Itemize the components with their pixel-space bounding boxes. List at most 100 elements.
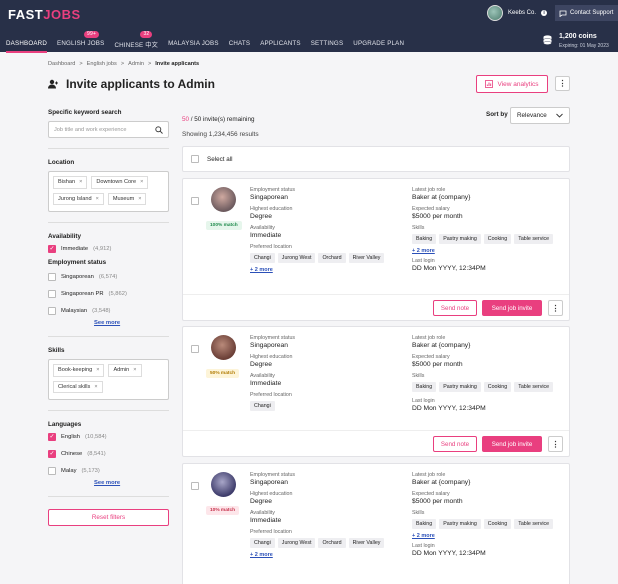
remove-tag-icon[interactable]: × — [138, 196, 141, 202]
location-multiselect[interactable]: Bishan × Downtown Core × Jurong Island × Mu… — [48, 171, 169, 212]
option-count: (10,584) — [85, 433, 107, 440]
availability-immediate-option[interactable]: ✓ Immediate (4,912) — [48, 240, 169, 257]
skill-chip: Cooking — [483, 382, 512, 392]
contact-support-button[interactable]: Contact Support — [555, 5, 618, 21]
language-malay-option[interactable]: Malay (5,173) — [48, 462, 169, 479]
checkbox[interactable] — [48, 289, 56, 298]
checkbox-checked[interactable]: ✓ — [48, 449, 56, 458]
match-badge: 10% match — [206, 506, 240, 515]
latest-job-role-value: Baker at {company} — [412, 194, 471, 201]
breadcrumb-dashboard[interactable]: Dashboard — [48, 61, 75, 67]
skill-tag-label: Book-keeping — [58, 367, 93, 374]
education-value: Degree — [250, 213, 272, 220]
employment-status-value: Singaporean — [250, 194, 288, 201]
applicant-checkbox[interactable] — [191, 345, 199, 353]
language-english-option[interactable]: ✓ English (10,584) — [48, 428, 169, 445]
languages-see-more-link[interactable]: See more — [94, 480, 169, 486]
remove-tag-icon[interactable]: × — [96, 367, 99, 373]
location-chip: River Valley — [348, 538, 385, 548]
match-badge: 50% match — [206, 369, 240, 378]
nav-chinese-jobs[interactable]: CHINESE 中文 32 — [114, 31, 158, 53]
nav-settings[interactable]: SETTINGS — [311, 40, 344, 53]
bar-chart-icon — [485, 80, 494, 88]
employment-singaporean-pr-option[interactable]: Singaporean PR (5,862) — [48, 285, 169, 302]
checkbox[interactable] — [48, 466, 56, 475]
skills-more-link[interactable]: + 2 more — [412, 248, 567, 254]
option-label: Chinese — [61, 450, 83, 457]
send-note-button[interactable]: Send note — [433, 436, 477, 452]
remove-tag-icon[interactable]: × — [133, 367, 136, 373]
send-note-button[interactable]: Send note — [433, 300, 477, 316]
nav-malaysia-jobs[interactable]: MALAYSIA JOBS — [168, 40, 219, 53]
main-nav: DASHBOARD ENGLISH JOBS 99+ CHINESE 中文 32 M… — [6, 31, 404, 53]
applicant-checkbox[interactable] — [191, 482, 199, 490]
expected-salary-label: Expected salary — [412, 491, 450, 497]
skill-chip: Pastry making — [439, 234, 481, 244]
locations-more-link[interactable]: + 2 more — [250, 552, 400, 558]
education-label: Highest education — [250, 491, 293, 497]
location-chip: River Valley — [348, 253, 385, 263]
location-tag: Jurong Island × — [53, 192, 104, 205]
top-navigation-bar: FASTJOBS Keebs Co. i Contact Support DAS… — [0, 0, 618, 53]
option-count: (8,541) — [87, 450, 106, 457]
company-name: Keebs Co. — [508, 10, 537, 16]
locations-more-link[interactable]: + 2 more — [250, 267, 400, 273]
nav-chats[interactable]: CHATS — [229, 40, 251, 53]
applicant-more-options-button[interactable]: ⋮ — [548, 436, 563, 452]
employment-singaporean-option[interactable]: Singaporean (6,574) — [48, 268, 169, 285]
keyword-search-placeholder: Job title and work experience — [54, 126, 127, 133]
coins-icon — [543, 35, 552, 45]
option-count: (4,912) — [93, 245, 112, 252]
keyword-search-input[interactable]: Job title and work experience — [48, 121, 169, 138]
nav-english-jobs[interactable]: ENGLISH JOBS 99+ — [57, 31, 105, 53]
breadcrumb-admin[interactable]: Admin — [128, 61, 144, 67]
employment-status-label: Employment status — [250, 472, 296, 478]
fastjobs-logo[interactable]: FASTJOBS — [8, 7, 81, 22]
reset-filters-button[interactable]: Reset filters — [48, 509, 169, 526]
skill-chip: Table service — [514, 382, 554, 392]
view-analytics-button[interactable]: View analytics — [476, 75, 548, 93]
send-job-invite-button[interactable]: Send job invite — [482, 436, 542, 452]
checkbox[interactable] — [48, 272, 56, 281]
nav-upgrade-plan[interactable]: UPGRADE PLAN — [353, 40, 404, 53]
info-icon[interactable]: i — [541, 10, 548, 16]
nav-applicants[interactable]: APPLICANTS — [260, 40, 301, 53]
remove-tag-icon[interactable]: × — [94, 384, 97, 390]
applicant-checkbox[interactable] — [191, 197, 199, 205]
skill-tag-label: Clerical skills — [58, 383, 91, 390]
skill-chip: Cooking — [483, 519, 512, 529]
page-more-options-button[interactable]: ⋮ — [555, 76, 570, 91]
nav-label: ENGLISH JOBS — [57, 40, 105, 47]
breadcrumb-english-jobs[interactable]: English jobs — [87, 61, 117, 67]
nav-dashboard[interactable]: DASHBOARD — [6, 40, 47, 53]
select-all-label: Select all — [207, 155, 233, 163]
sort-by-select[interactable]: Relevance — [510, 107, 570, 124]
logo-text-left: FAST — [8, 7, 44, 22]
checkbox-checked[interactable]: ✓ — [48, 432, 56, 441]
checkbox-checked[interactable]: ✓ — [48, 244, 56, 253]
select-all-checkbox[interactable] — [191, 155, 199, 163]
skills-multiselect[interactable]: Book-keeping × Admin × Clerical skills × — [48, 359, 169, 400]
availability-label: Availability — [250, 225, 275, 231]
applicant-details-left: Employment status Singaporean Highest ed… — [250, 187, 400, 273]
company-profile[interactable]: Keebs Co. i — [487, 5, 548, 21]
employment-see-more-link[interactable]: See more — [94, 320, 169, 326]
employment-malaysian-option[interactable]: Malaysian (3,548) — [48, 302, 169, 319]
applicant-more-options-button[interactable]: ⋮ — [548, 300, 563, 316]
employment-status-label: Employment status — [250, 335, 296, 341]
skills-more-link[interactable]: + 2 more — [412, 533, 567, 539]
checkbox[interactable] — [48, 306, 56, 315]
send-job-invite-button[interactable]: Send job invite — [482, 300, 542, 316]
breadcrumb-separator: > — [79, 61, 83, 67]
invites-remaining-count: 50 — [182, 116, 190, 123]
location-tag-label: Museum — [112, 195, 135, 202]
more-vertical-icon: ⋮ — [558, 79, 567, 88]
language-chinese-option[interactable]: ✓ Chinese (8,541) — [48, 445, 169, 462]
select-all-row[interactable]: Select all — [182, 146, 570, 172]
remove-tag-icon[interactable]: × — [96, 196, 99, 202]
remove-tag-icon[interactable]: × — [140, 179, 143, 185]
search-icon[interactable] — [155, 125, 163, 134]
remove-tag-icon[interactable]: × — [79, 179, 82, 185]
location-tag: Downtown Core × — [91, 176, 149, 189]
location-chip: Changi — [250, 538, 275, 548]
